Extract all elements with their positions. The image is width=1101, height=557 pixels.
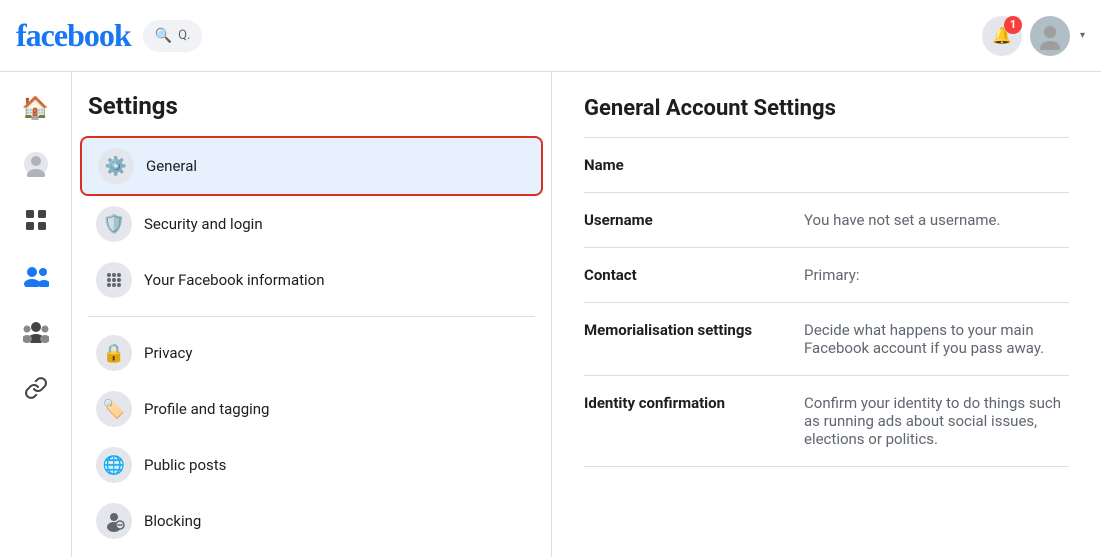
topnav-right: 🔔 1 ▾ [982, 16, 1085, 56]
privacy-label: Privacy [144, 344, 192, 362]
settings-sidebar: Settings ⚙️ General 🛡️ Security and logi… [72, 72, 552, 557]
link-icon [24, 376, 48, 400]
memorialisation-value: Decide what happens to your main Faceboo… [804, 321, 1069, 357]
topnav: facebook 🔍 Q. 🔔 1 ▾ [0, 0, 1101, 72]
contact-label: Contact [584, 266, 804, 284]
sidebar-item-home[interactable]: 🏠 [12, 84, 60, 132]
settings-nav-public-posts[interactable]: 🌐 Public posts [80, 437, 543, 493]
fb-info-icon [96, 262, 132, 298]
settings-row-contact: Contact Primary: [584, 248, 1069, 303]
settings-divider [88, 316, 535, 317]
settings-row-name: Name [584, 138, 1069, 193]
profile-tagging-label: Profile and tagging [144, 400, 269, 418]
public-posts-icon: 🌐 [96, 447, 132, 483]
blocking-label: Blocking [144, 512, 201, 530]
contact-value: Primary: [804, 266, 1069, 284]
sidebar-item-groups[interactable] [12, 308, 60, 356]
notification-badge: 1 [1004, 16, 1022, 34]
avatar-icon [1036, 22, 1064, 50]
search-pill[interactable]: 🔍 Q. [143, 20, 203, 52]
settings-nav-security[interactable]: 🛡️ Security and login [80, 196, 543, 252]
public-posts-label: Public posts [144, 456, 226, 474]
general-icon: ⚙️ [98, 148, 134, 184]
groups-icon [23, 321, 49, 343]
settings-nav-privacy[interactable]: 🔒 Privacy [80, 325, 543, 381]
settings-row-identity: Identity confirmation Confirm your ident… [584, 376, 1069, 467]
avatar-chevron-icon: ▾ [1080, 30, 1085, 41]
sidebar-item-grid[interactable] [12, 196, 60, 244]
search-pill-label: Q. [178, 28, 190, 43]
identity-label: Identity confirmation [584, 394, 804, 412]
settings-nav-profile-tagging[interactable]: 🏷️ Profile and tagging [80, 381, 543, 437]
fb-info-label: Your Facebook information [144, 271, 325, 289]
sidebar-item-profile[interactable] [12, 140, 60, 188]
grid-icon [24, 208, 48, 232]
topnav-left: facebook 🔍 Q. [16, 17, 202, 54]
settings-nav-general[interactable]: ⚙️ General [80, 136, 543, 196]
facebook-logo: facebook [16, 17, 131, 54]
settings-row-memorialisation: Memorialisation settings Decide what hap… [584, 303, 1069, 376]
security-icon: 🛡️ [96, 206, 132, 242]
name-label: Name [584, 156, 804, 174]
username-label: Username [584, 211, 804, 229]
sidebar-item-link[interactable] [12, 364, 60, 412]
profile-tagging-icon: 🏷️ [96, 391, 132, 427]
identity-value: Confirm your identity to do things such … [804, 394, 1069, 448]
friends-icon [23, 265, 49, 287]
security-label: Security and login [144, 215, 263, 233]
content-title: General Account Settings [584, 96, 1069, 121]
content-area: General Account Settings Name Username Y… [552, 72, 1101, 557]
general-label: General [146, 157, 197, 175]
sidebar-item-friends[interactable] [12, 252, 60, 300]
avatar-button[interactable] [1030, 16, 1070, 56]
settings-nav-fb-info[interactable]: Your Facebook information [80, 252, 543, 308]
main-layout: 🏠 [0, 72, 1101, 557]
settings-row-username: Username You have not set a username. [584, 193, 1069, 248]
search-icon: 🔍 [155, 28, 172, 44]
settings-nav-blocking[interactable]: Blocking [80, 493, 543, 549]
icon-sidebar: 🏠 [0, 72, 72, 557]
settings-nav-locations[interactable]: Locations [80, 549, 543, 557]
blocking-icon [96, 503, 132, 539]
profile-circle-icon [23, 151, 49, 177]
privacy-icon: 🔒 [96, 335, 132, 371]
memorialisation-label: Memorialisation settings [584, 321, 804, 339]
username-value: You have not set a username. [804, 211, 1069, 229]
settings-title: Settings [72, 92, 551, 136]
notification-button[interactable]: 🔔 1 [982, 16, 1022, 56]
